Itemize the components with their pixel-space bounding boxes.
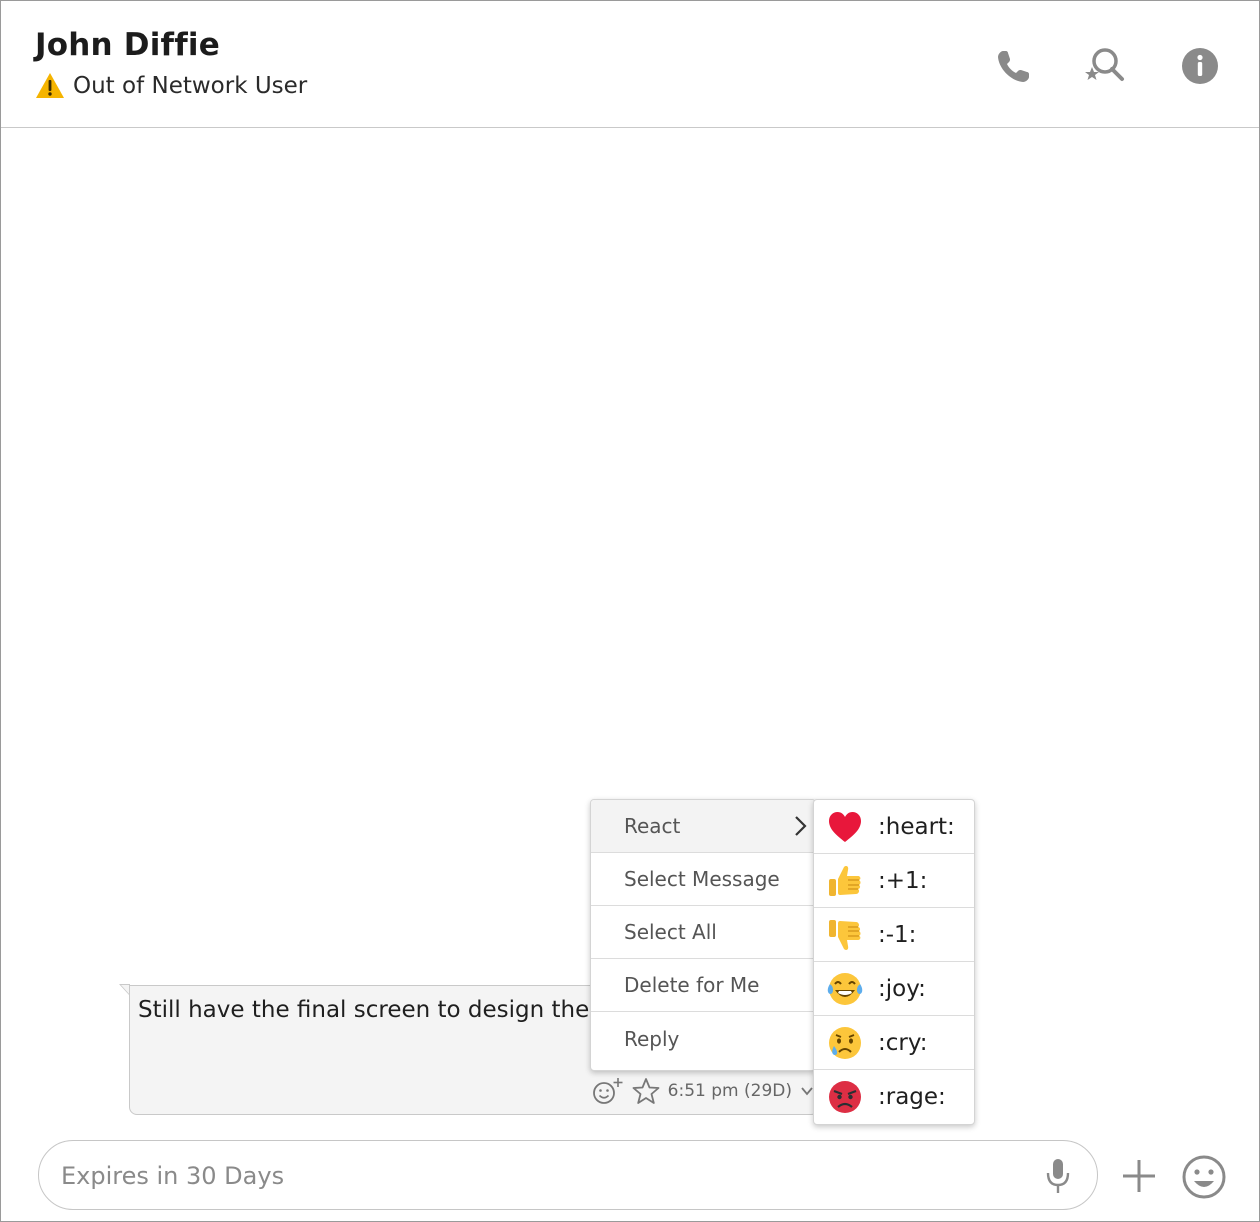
menu-item-react[interactable]: React: [591, 800, 815, 853]
add-attachment-icon[interactable]: [1119, 1156, 1159, 1196]
menu-item-label: Delete for Me: [624, 973, 760, 997]
chevron-down-icon[interactable]: [800, 1084, 814, 1098]
thumbs-down-emoji-icon: [829, 919, 861, 950]
message-meta: 6:51 pm (29D): [592, 1076, 814, 1106]
phone-icon[interactable]: [993, 45, 1035, 87]
menu-item-delete-for-me[interactable]: Delete for Me: [591, 959, 815, 1012]
status-text: Out of Network User: [73, 73, 308, 99]
contact-status: Out of Network User: [35, 71, 307, 101]
reaction-cry[interactable]: :cry:: [814, 1016, 974, 1070]
contact-name: John Diffie: [35, 27, 220, 63]
reaction-rage[interactable]: :rage:: [814, 1070, 974, 1124]
menu-item-label: Select All: [624, 920, 717, 944]
reaction-label: :cry:: [878, 1029, 928, 1056]
chevron-right-icon: [795, 816, 807, 836]
reaction-thumbs-up[interactable]: :+1:: [814, 854, 974, 908]
search-star-icon[interactable]: [1083, 45, 1125, 87]
reaction-label: :-1:: [878, 921, 917, 948]
reaction-heart[interactable]: :heart:: [814, 800, 974, 854]
menu-item-select-message[interactable]: Select Message: [591, 853, 815, 906]
microphone-icon[interactable]: [1045, 1157, 1071, 1195]
reaction-label: :+1:: [878, 867, 928, 894]
message-input[interactable]: [59, 1155, 1013, 1197]
reaction-joy[interactable]: :joy:: [814, 962, 974, 1016]
add-reaction-icon[interactable]: [592, 1076, 624, 1106]
message-context-menu: React Select Message Select All Delete f…: [590, 799, 816, 1071]
reaction-label: :heart:: [878, 813, 955, 840]
message-composer: [38, 1140, 1098, 1210]
star-icon[interactable]: [632, 1077, 660, 1105]
reaction-thumbs-down[interactable]: :-1:: [814, 908, 974, 962]
thumbs-up-emoji-icon: [829, 865, 861, 896]
conversation-window: John Diffie Out of Network User Still ha…: [0, 0, 1260, 1222]
info-icon[interactable]: [1179, 45, 1221, 87]
rage-emoji-icon: [829, 1081, 861, 1113]
reaction-label: :joy:: [878, 975, 926, 1002]
menu-item-label: React: [624, 814, 681, 838]
heart-emoji-icon: [829, 811, 861, 842]
emoji-picker-icon[interactable]: [1181, 1154, 1227, 1200]
menu-item-label: Reply: [624, 1026, 680, 1051]
menu-item-reply[interactable]: Reply: [591, 1012, 815, 1065]
message-timestamp: 6:51 pm (29D): [667, 1081, 792, 1101]
conversation-header: John Diffie Out of Network User: [1, 1, 1259, 128]
reaction-submenu: :heart: :+1: :-1::joy::cry::rage:: [813, 799, 975, 1125]
cry-emoji-icon: [829, 1026, 861, 1059]
menu-item-select-all[interactable]: Select All: [591, 906, 815, 959]
joy-emoji-icon: [827, 972, 863, 1005]
warning-icon: [36, 73, 64, 98]
reaction-label: :rage:: [878, 1084, 946, 1110]
menu-item-label: Select Message: [624, 867, 780, 891]
